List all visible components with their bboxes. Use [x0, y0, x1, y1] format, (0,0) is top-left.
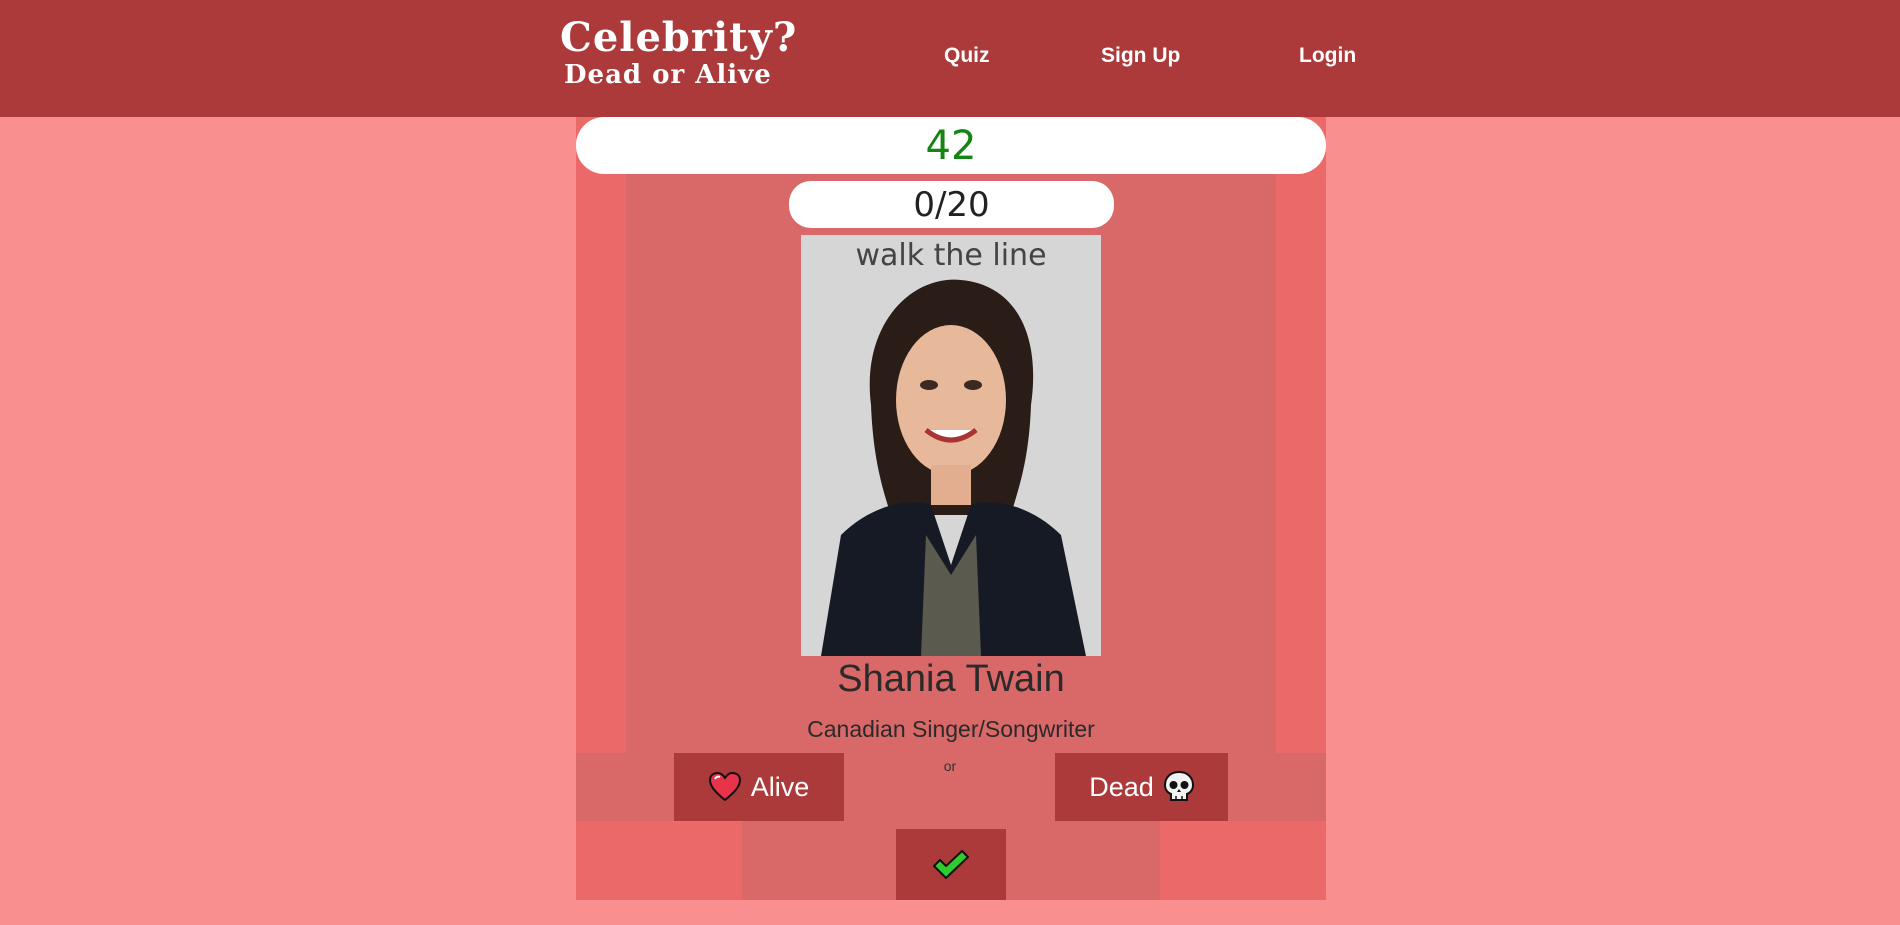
dead-button-label: Dead — [1089, 771, 1154, 802]
logo-subtitle: Dead or Alive — [564, 60, 772, 90]
alive-button-label: Alive — [750, 771, 810, 802]
header: Celebrity? Dead or Alive Quiz Sign Up Lo… — [0, 0, 1900, 117]
or-separator: or — [943, 758, 957, 774]
submit-button[interactable] — [896, 829, 1006, 900]
nav-login-link[interactable]: Login — [1299, 44, 1356, 68]
logo-title: Celebrity? — [560, 14, 798, 61]
nav-signup-link[interactable]: Sign Up — [1101, 44, 1180, 68]
celebrity-name: Shania Twain — [837, 658, 1065, 700]
timer-display: 42 — [576, 117, 1326, 174]
alive-button[interactable]: Alive — [674, 753, 844, 821]
logo[interactable]: Celebrity? Dead or Alive — [560, 14, 798, 90]
checkmark-icon — [932, 849, 970, 880]
score-display: 0/20 — [789, 181, 1114, 228]
photo-backdrop-text: walk the line — [855, 238, 1046, 273]
nav-quiz-link[interactable]: Quiz — [944, 44, 990, 68]
celebrity-description: Canadian Singer/Songwriter — [807, 716, 1095, 742]
skull-icon — [1163, 771, 1194, 803]
dead-button[interactable]: Dead — [1055, 753, 1228, 821]
heart-icon — [708, 772, 741, 802]
celebrity-photo: walk the line — [801, 235, 1101, 656]
